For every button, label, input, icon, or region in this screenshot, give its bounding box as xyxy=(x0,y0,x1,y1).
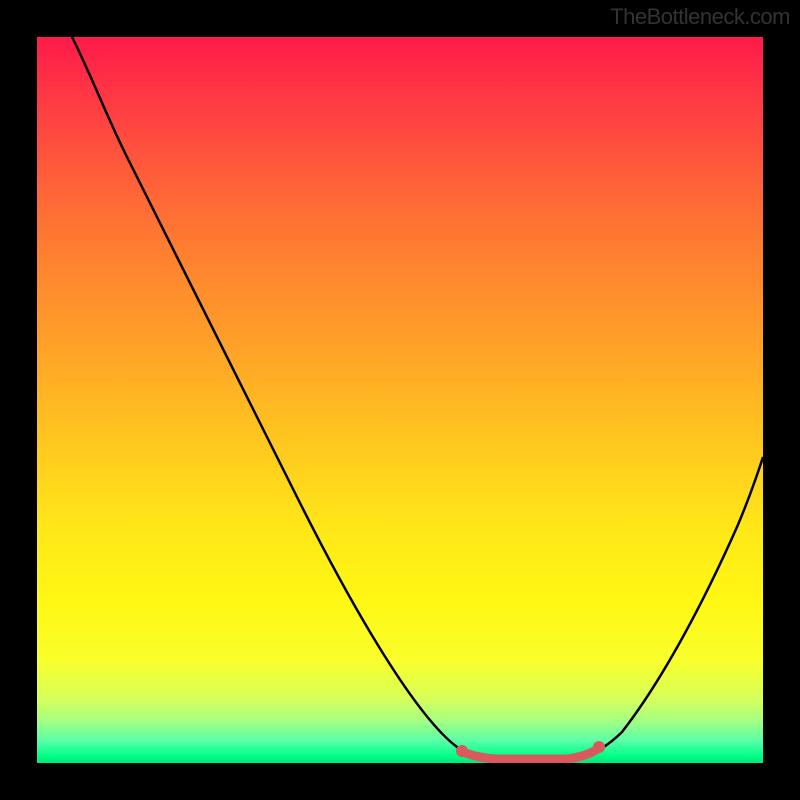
marker-dot-right xyxy=(593,741,605,753)
watermark-text: TheBottleneck.com xyxy=(610,4,790,30)
marker-dot-left xyxy=(456,745,468,757)
marker-segment xyxy=(462,748,599,759)
curve-path xyxy=(72,37,763,758)
bottleneck-curve xyxy=(37,37,763,763)
chart-container: TheBottleneck.com xyxy=(0,0,800,800)
